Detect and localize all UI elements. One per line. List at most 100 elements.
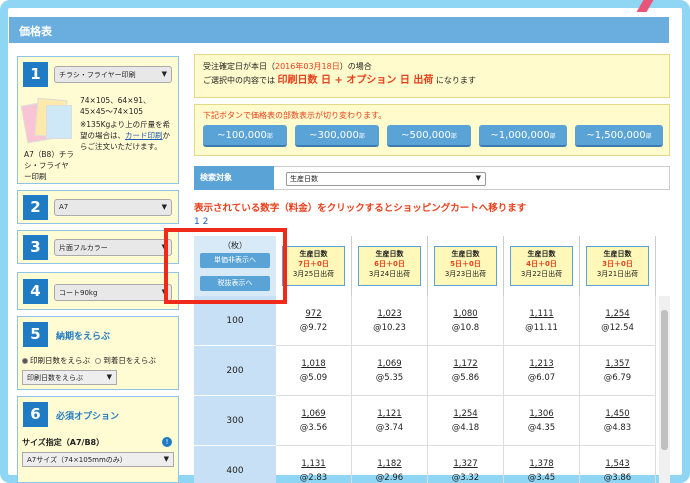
price-link[interactable]: 1,378	[504, 457, 579, 471]
size-spec-select[interactable]: A7サイズ（74×105mmのみ） ▼	[22, 452, 174, 467]
product-select[interactable]: チラシ・フライヤー印刷 ▼	[54, 66, 172, 83]
header-title: 生産日数	[603, 250, 632, 258]
unit-price: @5.86	[451, 373, 480, 383]
price-link[interactable]: 1,131	[276, 457, 351, 471]
quantity-cell: 300	[194, 396, 276, 446]
page-title: 価格表	[9, 17, 669, 43]
quantity-note: 下記ボタンで価格表の部数表示が切り変わります。	[203, 111, 387, 120]
size-select[interactable]: A7 ▼	[54, 199, 172, 216]
product-sizes: 74×105、64×91、45×45〜74×105	[80, 96, 151, 116]
unit-price: @5.35	[375, 373, 404, 383]
price-cell[interactable]: 1,543 @3.86	[580, 446, 656, 483]
unit-price: @3.74	[375, 423, 404, 433]
color-select[interactable]: 片面フルカラー ▼	[54, 239, 172, 256]
price-cell[interactable]: 1,450 @4.83	[580, 396, 656, 446]
header-title: 生産日数	[451, 250, 480, 258]
unit-price: @3.45	[527, 473, 556, 483]
info-icon[interactable]: !	[162, 437, 172, 447]
qty-500000-button[interactable]: ~500,000部	[387, 125, 471, 147]
price-cell[interactable]: 1,357 @6.79	[580, 346, 656, 396]
price-cell[interactable]: 1,254 @12.54	[580, 296, 656, 346]
step-2-number: 2	[23, 195, 48, 220]
scrollbar[interactable]	[659, 296, 670, 483]
step-1-number: 1	[23, 62, 48, 87]
price-cell[interactable]: 1,254 @4.18	[428, 396, 504, 446]
price-cell[interactable]: 1,069 @5.35	[352, 346, 428, 396]
quantity-cell: 200	[194, 346, 276, 396]
chevron-down-icon: ▼	[161, 203, 167, 211]
unit-price: @9.72	[299, 323, 328, 333]
unit-price: @4.35	[527, 423, 556, 433]
radio-print-days[interactable]	[22, 358, 28, 364]
price-link[interactable]: 1,018	[276, 357, 351, 371]
unit-price: @3.56	[299, 423, 328, 433]
price-link[interactable]: 1,172	[428, 357, 503, 371]
filter-select[interactable]: 生産日数 ▼	[286, 172, 486, 186]
unit-price: @5.09	[299, 373, 328, 383]
scrollbar-thumb[interactable]	[661, 310, 668, 450]
price-link[interactable]: 1,182	[352, 457, 427, 471]
product-image	[20, 95, 74, 145]
price-link[interactable]: 1,111	[504, 307, 579, 321]
delivery-select[interactable]: 印刷日数をえらぶ ▼	[22, 370, 117, 385]
pagination[interactable]: 1 2	[194, 217, 208, 227]
step-6-number: 6	[23, 402, 48, 427]
product-caption: A7（B8）チラシ・フライヤー印刷	[24, 150, 74, 181]
price-cell[interactable]: 1,069 @3.56	[276, 396, 352, 446]
header-title: 生産日数	[375, 250, 404, 258]
price-link[interactable]: 1,213	[504, 357, 579, 371]
price-cell[interactable]: 1,306 @4.35	[504, 396, 580, 446]
qty-300000-button[interactable]: ~300,000部	[295, 125, 379, 147]
price-cell[interactable]: 1,172 @5.86	[428, 346, 504, 396]
card-print-link[interactable]: カード印刷	[125, 131, 163, 140]
header-title: 生産日数	[299, 250, 328, 258]
chevron-down-icon: ▼	[163, 455, 169, 463]
price-link[interactable]: 1,327	[428, 457, 503, 471]
qty-1000000-button[interactable]: ~1,000,000部	[479, 125, 567, 147]
price-cell[interactable]: 1,378 @3.45	[504, 446, 580, 483]
radio-arrival-date[interactable]	[95, 358, 102, 364]
filter-label: 検索対象	[194, 166, 274, 190]
price-cell[interactable]: 1,213 @6.07	[504, 346, 580, 396]
price-cell[interactable]: 1,121 @3.74	[352, 396, 428, 446]
price-cell[interactable]: 1,018 @5.09	[276, 346, 352, 396]
step-4-panel: 4 コート90kg ▼	[17, 272, 179, 310]
order-notice: 受注確定日が本日（2016年03月18日）の場合 ご選択中の内容では 印刷日数 …	[194, 54, 670, 98]
price-link[interactable]: 1,023	[352, 307, 427, 321]
price-cell[interactable]: 1,327 @3.32	[428, 446, 504, 483]
chevron-down-icon: ▼	[161, 70, 167, 78]
price-cell[interactable]: 1,182 @2.96	[352, 446, 428, 483]
price-cell[interactable]: 972 @9.72	[276, 296, 352, 346]
price-link[interactable]: 1,069	[276, 407, 351, 421]
qty-1500000-button[interactable]: ~1,500,000部	[575, 125, 663, 147]
price-link[interactable]: 1,121	[352, 407, 427, 421]
delivery-radios: 印刷日数をえらぶ 到着日をえらぶ	[22, 355, 156, 366]
quantity-range-box: 下記ボタンで価格表の部数表示が切り変わります。 ~100,000部 ~300,0…	[194, 104, 670, 156]
size-spec-label: サイズ指定（A7/B8）	[22, 438, 105, 447]
header-ship: 3月21日出荷	[596, 270, 639, 278]
price-link[interactable]: 1,306	[504, 407, 579, 421]
unit-price: @3.86	[603, 473, 632, 483]
price-link[interactable]: 972	[276, 307, 351, 321]
option-title: 必須オプション	[56, 412, 120, 422]
paper-select[interactable]: コート90kg ▼	[54, 284, 172, 301]
price-cell[interactable]: 1,131 @2.83	[276, 446, 352, 483]
unit-price: @2.96	[375, 473, 404, 483]
step-6-panel: 6 必須オプション サイズ指定（A7/B8） ! A7サイズ（74×105mmの…	[17, 396, 179, 483]
price-cell[interactable]: 1,111 @11.11	[504, 296, 580, 346]
price-link[interactable]: 1,357	[580, 357, 655, 371]
price-cell[interactable]: 1,080 @10.8	[428, 296, 504, 346]
filter-row: 生産日数 ▼	[274, 166, 670, 190]
unit-price: @11.11	[525, 323, 558, 333]
price-link[interactable]: 1,450	[580, 407, 655, 421]
price-cell[interactable]: 1,023 @10.23	[352, 296, 428, 346]
price-link[interactable]: 1,080	[428, 307, 503, 321]
price-link[interactable]: 1,254	[580, 307, 655, 321]
price-link[interactable]: 1,543	[580, 457, 655, 471]
price-link[interactable]: 1,069	[352, 357, 427, 371]
header-days: 3日＋0日	[602, 260, 633, 268]
unit-price: @6.07	[527, 373, 556, 383]
price-link[interactable]: 1,254	[428, 407, 503, 421]
column-header: 生産日数 3日＋0日 3月21日出荷	[580, 236, 656, 296]
qty-100000-button[interactable]: ~100,000部	[203, 125, 287, 147]
